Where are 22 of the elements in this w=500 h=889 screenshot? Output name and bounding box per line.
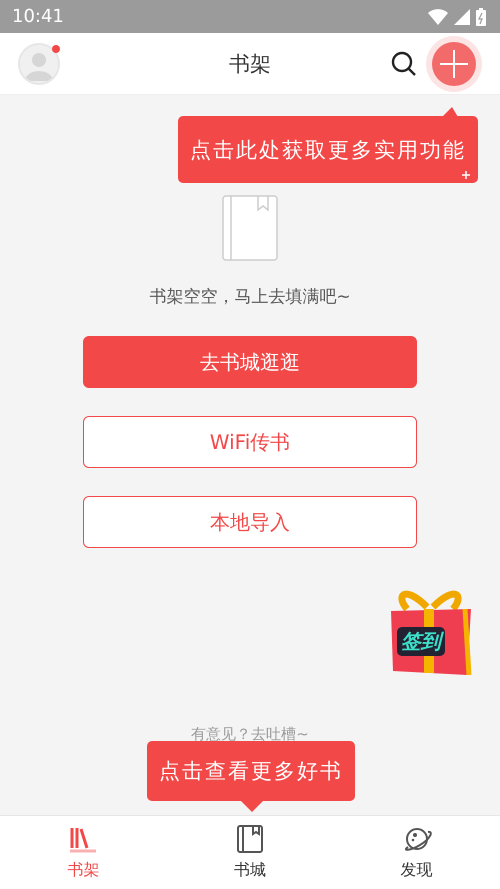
- plus-icon: [432, 42, 476, 86]
- search-icon: [390, 50, 418, 78]
- tooltip-arrow: [240, 800, 264, 812]
- status-time: 10:41: [12, 6, 64, 27]
- wifi-icon: [428, 8, 448, 24]
- sparkle-icon: [462, 171, 470, 179]
- nav-tab[interactable]: 书城: [166, 816, 334, 889]
- feedback-link[interactable]: 有意见？去吐槽~: [191, 725, 309, 744]
- empty-message: 书架空空，马上去填满吧~: [149, 286, 351, 308]
- bookstore-button[interactable]: 去书城逛逛: [83, 336, 417, 388]
- nav-tab[interactable]: 书架: [0, 816, 167, 889]
- empty-book-icon: [222, 195, 278, 261]
- nav-tab[interactable]: 发现: [333, 816, 500, 889]
- page-title: 书架: [229, 50, 271, 78]
- action-button[interactable]: WiFi传书: [83, 416, 417, 468]
- checkin-label: 签到: [397, 627, 445, 656]
- battery-icon: [476, 8, 486, 26]
- search-button[interactable]: [390, 50, 418, 78]
- book-icon: [236, 824, 264, 854]
- action-button[interactable]: 本地导入: [83, 496, 417, 548]
- signal-icon: [454, 8, 470, 24]
- avatar[interactable]: [18, 42, 60, 84]
